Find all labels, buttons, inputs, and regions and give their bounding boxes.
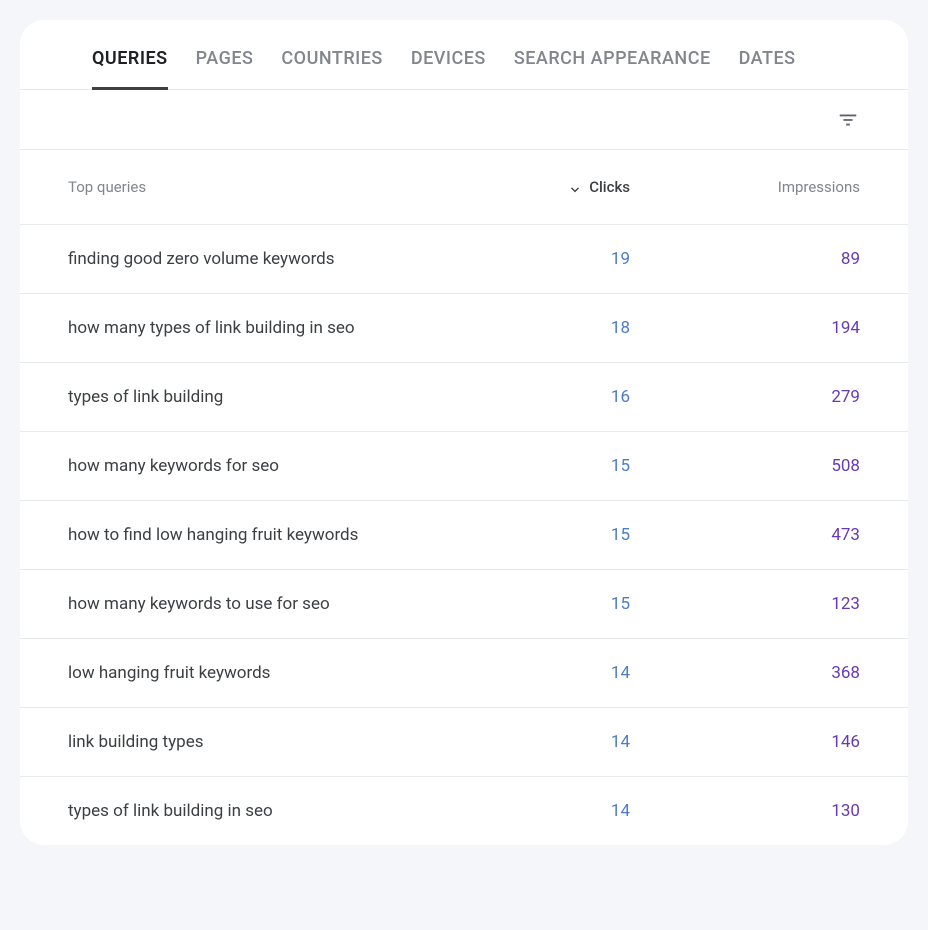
table-row[interactable]: finding good zero volume keywords 19 89 — [20, 225, 908, 294]
table-row[interactable]: how many keywords to use for seo 15 123 — [20, 570, 908, 639]
cell-clicks: 16 — [490, 387, 630, 407]
cell-query: how many keywords for seo — [68, 456, 490, 476]
cell-impressions: 130 — [630, 801, 860, 821]
cell-query: how to find low hanging fruit keywords — [68, 525, 490, 545]
table-body: finding good zero volume keywords 19 89 … — [20, 225, 908, 845]
cell-clicks: 19 — [490, 249, 630, 269]
cell-clicks: 14 — [490, 663, 630, 683]
cell-impressions: 368 — [630, 663, 860, 683]
column-header-clicks[interactable]: Clicks — [490, 178, 630, 196]
cell-query: types of link building — [68, 387, 490, 407]
tab-pages[interactable]: PAGES — [196, 40, 254, 89]
filter-bar — [20, 90, 908, 150]
cell-clicks: 15 — [490, 525, 630, 545]
sort-arrow-down-icon — [567, 179, 583, 195]
table-row[interactable]: types of link building in seo 14 130 — [20, 777, 908, 845]
cell-clicks: 14 — [490, 801, 630, 821]
cell-impressions: 508 — [630, 456, 860, 476]
cell-impressions: 146 — [630, 732, 860, 752]
cell-impressions: 123 — [630, 594, 860, 614]
tabs-bar: QUERIES PAGES COUNTRIES DEVICES SEARCH A… — [20, 20, 908, 90]
cell-clicks: 18 — [490, 318, 630, 338]
table-row[interactable]: how to find low hanging fruit keywords 1… — [20, 501, 908, 570]
cell-impressions: 279 — [630, 387, 860, 407]
column-header-clicks-label: Clicks — [589, 178, 630, 196]
cell-clicks: 15 — [490, 594, 630, 614]
table-row[interactable]: low hanging fruit keywords 14 368 — [20, 639, 908, 708]
tab-countries[interactable]: COUNTRIES — [281, 40, 382, 89]
table-header: Top queries Clicks Impressions — [20, 150, 908, 225]
tab-queries[interactable]: QUERIES — [92, 40, 168, 89]
cell-query: low hanging fruit keywords — [68, 663, 490, 683]
tab-dates[interactable]: DATES — [739, 40, 796, 89]
table-row[interactable]: link building types 14 146 — [20, 708, 908, 777]
cell-query: types of link building in seo — [68, 801, 490, 821]
table-row[interactable]: types of link building 16 279 — [20, 363, 908, 432]
tab-search-appearance[interactable]: SEARCH APPEARANCE — [514, 40, 711, 89]
cell-query: how many keywords to use for seo — [68, 594, 490, 614]
cell-clicks: 14 — [490, 732, 630, 752]
cell-impressions: 194 — [630, 318, 860, 338]
cell-query: how many types of link building in seo — [68, 318, 490, 338]
cell-clicks: 15 — [490, 456, 630, 476]
table-row[interactable]: how many types of link building in seo 1… — [20, 294, 908, 363]
cell-impressions: 473 — [630, 525, 860, 545]
column-header-query[interactable]: Top queries — [68, 178, 490, 196]
cell-query: link building types — [68, 732, 490, 752]
performance-card: QUERIES PAGES COUNTRIES DEVICES SEARCH A… — [20, 20, 908, 845]
tab-devices[interactable]: DEVICES — [411, 40, 486, 89]
cell-impressions: 89 — [630, 249, 860, 269]
table-row[interactable]: how many keywords for seo 15 508 — [20, 432, 908, 501]
filter-icon[interactable] — [836, 108, 860, 132]
column-header-impressions[interactable]: Impressions — [630, 178, 860, 196]
cell-query: finding good zero volume keywords — [68, 249, 490, 269]
